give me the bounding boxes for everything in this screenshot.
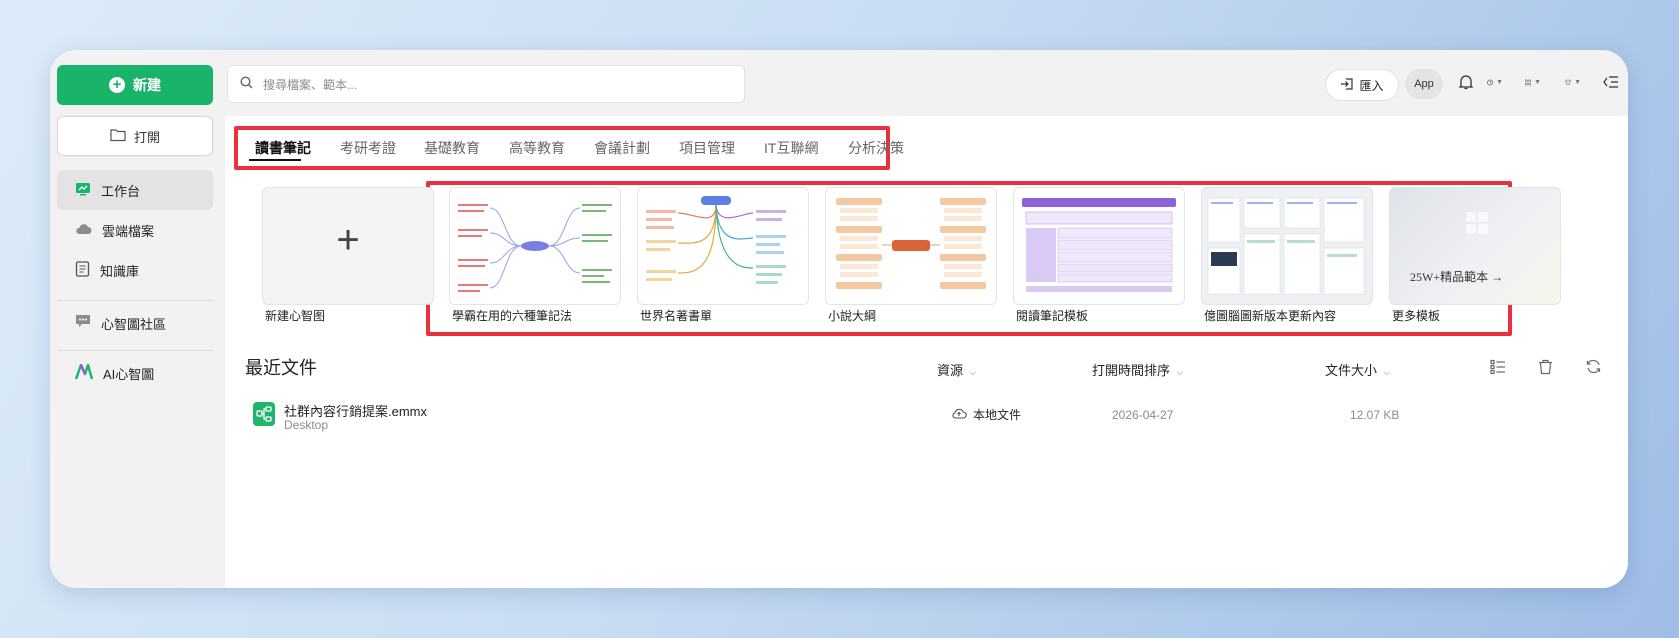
template-card[interactable] — [825, 187, 997, 305]
card-label: 小說大綱 — [828, 309, 877, 323]
size-column-header[interactable]: 文件大小 ⌵ — [1325, 360, 1390, 379]
cloud-upload-icon — [951, 407, 967, 422]
tab-analysis-decision[interactable]: 分析決策 — [848, 138, 904, 158]
template-thumbnail — [1022, 198, 1176, 292]
sidebar-item-label: 雲端檔案 — [102, 223, 155, 239]
tab-reading-notes[interactable]: 讀書筆記 — [255, 138, 311, 158]
template-card[interactable] — [1201, 187, 1373, 305]
source-filter-label: 資源 — [937, 363, 964, 378]
sidebar-item-ai-mindmap[interactable]: AI心智圖 — [57, 353, 213, 393]
refresh-icon[interactable] — [1586, 359, 1602, 375]
search-input[interactable]: 搜尋檔案、範本... — [227, 65, 745, 103]
template-card[interactable] — [449, 187, 621, 305]
sidebar-item-cloud[interactable]: 雲端檔案 — [57, 210, 213, 250]
open-button[interactable]: 打開 — [57, 116, 213, 156]
sidebar-item-label: 工作台 — [101, 183, 141, 199]
import-button[interactable]: 匯入 — [1325, 69, 1399, 101]
new-button[interactable]: + 新建 — [57, 65, 213, 105]
main-content: 讀書筆記 考研考證 基礎教育 高等教育 會議計劃 項目管理 IT互聯網 分析決策… — [225, 116, 1628, 588]
active-tab-underline — [249, 159, 301, 161]
template-card[interactable] — [1013, 187, 1185, 305]
tab-project-management[interactable]: 項目管理 — [679, 138, 735, 158]
app-button[interactable]: App — [1405, 69, 1443, 99]
template-thumbnail — [1466, 212, 1488, 234]
sidebar-item-knowledge[interactable]: 知識庫 — [57, 250, 213, 290]
file-source-label: 本地文件 — [973, 408, 1022, 422]
plus-icon: + — [109, 77, 125, 93]
community-icon — [75, 314, 91, 332]
sidebar-divider — [57, 300, 213, 301]
open-button-label: 打開 — [133, 129, 160, 145]
tab-higher-education[interactable]: 高等教育 — [509, 138, 565, 158]
card-label: 學霸在用的六種筆記法 — [452, 309, 573, 323]
mindmap-file-icon — [253, 402, 275, 426]
knowledge-base-icon — [75, 260, 90, 280]
template-card[interactable] — [637, 187, 809, 305]
more-templates-card[interactable]: 25W+精品範本 → — [1389, 187, 1561, 305]
sort-dropdown[interactable]: 打開時間排序 ⌵ — [1092, 360, 1183, 379]
sidebar-item-label: 心智圖社區 — [101, 316, 167, 332]
new-mindmap-card[interactable]: + — [262, 187, 434, 305]
cloud-icon — [75, 223, 92, 238]
plus-icon: + — [336, 218, 360, 262]
chevron-down-icon: ▼ — [1534, 78, 1541, 86]
workspace-icon — [75, 181, 91, 200]
search-icon — [240, 76, 253, 92]
bell-icon[interactable] — [1459, 74, 1475, 90]
sidebar-divider — [57, 350, 213, 351]
template-thumbnail — [1207, 197, 1365, 295]
card-label: 世界名著書單 — [640, 309, 713, 323]
tab-exam-prep[interactable]: 考研考證 — [340, 138, 396, 158]
template-thumbnail — [836, 198, 986, 289]
apps-grid-icon[interactable]: ▼ — [1525, 74, 1541, 90]
top-bar: 搜尋檔案、範本... 匯入 App ▼ ▼ ▼ — [225, 50, 1628, 116]
help-icon[interactable]: ▼ — [1487, 74, 1503, 90]
tab-basic-education[interactable]: 基礎教育 — [424, 138, 480, 158]
tab-meeting-plan[interactable]: 會議計劃 — [594, 138, 650, 158]
file-location: Desktop — [284, 418, 329, 432]
file-size: 12.07 KB — [1350, 408, 1400, 422]
skin-shirt-icon[interactable]: ▼ — [1565, 74, 1581, 90]
more-templates-banner: 25W+精品範本 → — [1410, 270, 1504, 284]
trash-icon[interactable] — [1538, 359, 1554, 375]
new-button-label: 新建 — [133, 77, 161, 93]
app-label: App — [1414, 78, 1434, 90]
tab-it-internet[interactable]: IT互聯網 — [764, 138, 818, 158]
sidebar: + 新建 打開 工作台 雲端檔案 知識庫 心智圖社區 AI心智圖 — [50, 50, 225, 588]
card-label: 新建心智图 — [265, 309, 326, 323]
card-label: 億圖腦圖新版本更新內容 — [1204, 309, 1337, 323]
chevron-down-icon: ⌵ — [1383, 368, 1390, 377]
sidebar-item-label: 知識庫 — [100, 263, 140, 279]
file-date: 2026-04-27 — [1112, 408, 1174, 422]
file-source: 本地文件 — [951, 406, 1021, 423]
folder-icon — [110, 128, 126, 145]
chevron-down-icon: ▼ — [1496, 78, 1503, 86]
import-icon — [1340, 77, 1354, 94]
sidebar-item-community[interactable]: 心智圖社區 — [57, 303, 213, 343]
app-window: + 新建 打開 工作台 雲端檔案 知識庫 心智圖社區 AI心智圖 搜尋檔案、範本… — [50, 50, 1628, 588]
search-placeholder: 搜尋檔案、範本... — [263, 77, 358, 92]
sidebar-item-workspace[interactable]: 工作台 — [57, 170, 213, 210]
collapse-panel-icon[interactable] — [1603, 74, 1619, 90]
source-filter[interactable]: 資源 ⌵ — [937, 360, 976, 379]
sort-label: 打開時間排序 — [1092, 363, 1171, 378]
recent-files-title: 最近文件 — [245, 358, 317, 378]
list-view-icon[interactable] — [1490, 359, 1506, 375]
card-label: 閱讀筆記模板 — [1016, 309, 1089, 323]
chevron-down-icon: ⌵ — [1176, 368, 1183, 377]
sidebar-item-label: AI心智圖 — [103, 366, 155, 382]
card-label: 更多模板 — [1392, 309, 1441, 323]
template-thumbnail — [646, 196, 786, 284]
chevron-down-icon: ▼ — [1574, 78, 1581, 86]
template-thumbnail — [458, 204, 612, 292]
chevron-down-icon: ⌵ — [969, 368, 976, 377]
import-label: 匯入 — [1359, 78, 1384, 93]
size-label: 文件大小 — [1325, 363, 1378, 378]
ai-mindmap-icon — [74, 363, 94, 383]
